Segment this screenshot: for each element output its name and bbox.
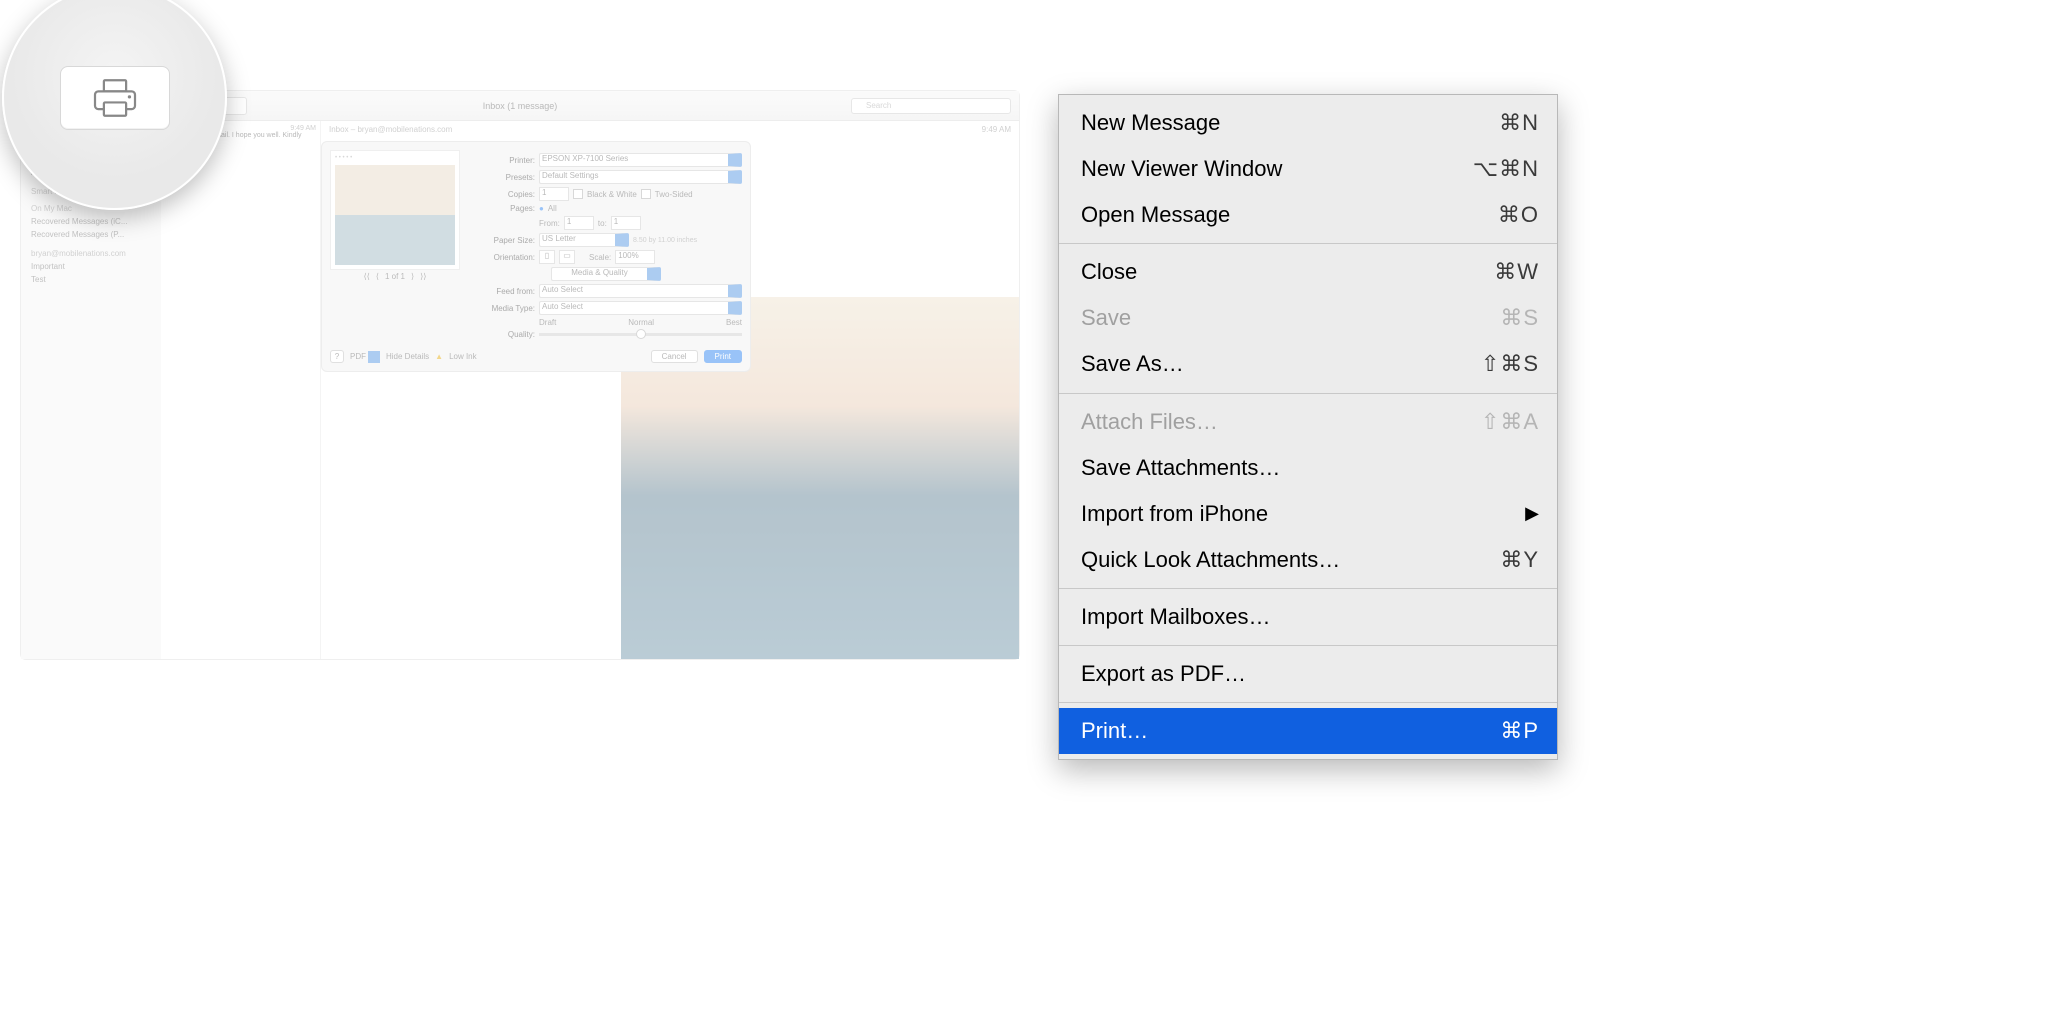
printer-label: Printer: [470, 156, 535, 165]
menu-import-from-iphone[interactable]: Import from iPhone▶ [1059, 491, 1557, 537]
pager-prev-one[interactable]: ⟨ [376, 272, 379, 281]
mediatype-label: Media Type: [470, 304, 535, 313]
presets-select[interactable]: Default Settings [539, 170, 742, 184]
pages-from-label: From: [539, 219, 560, 228]
window-title: Inbox (1 message) [483, 101, 558, 111]
bw-label: Black & White [587, 190, 637, 199]
print-preview: • • • • • [330, 150, 460, 270]
quality-slider[interactable] [539, 333, 742, 336]
sidebar-account: bryan@mobilenations.com [27, 247, 155, 260]
orientation-landscape[interactable]: ▭ [559, 250, 575, 264]
menu-separator [1059, 393, 1557, 394]
file-menu: New Message⌘N New Viewer Window⌥⌘N Open … [1058, 94, 1558, 760]
sidebar-item[interactable]: Test [27, 273, 155, 286]
menu-attach-files: Attach Files…⇧⌘A [1059, 399, 1557, 445]
pages-all-radio[interactable]: All [548, 204, 557, 213]
mediatype-select[interactable]: Auto Select [539, 301, 742, 315]
menu-separator [1059, 702, 1557, 703]
print-toolbar-button[interactable] [60, 66, 170, 130]
message-list: email9:49 AM very important email. I hop… [161, 121, 321, 659]
menu-open-message[interactable]: Open Message⌘O [1059, 192, 1557, 238]
scale-input[interactable]: 100% [615, 250, 655, 264]
printer-select[interactable]: EPSON XP-7100 Series [539, 153, 742, 167]
search-placeholder: Search [866, 101, 891, 110]
pdf-label: PDF [350, 352, 366, 361]
scale-label: Scale: [589, 253, 611, 262]
quality-normal: Normal [560, 318, 722, 327]
quality-draft: Draft [539, 318, 556, 327]
sidebar-item[interactable]: Important [27, 260, 155, 273]
print-button[interactable]: Print [704, 350, 742, 363]
menu-import-mailboxes[interactable]: Import Mailboxes… [1059, 594, 1557, 640]
quality-best: Best [726, 318, 742, 327]
pager-next-one[interactable]: ⟩ [411, 272, 414, 281]
papersize-label: Paper Size: [470, 236, 535, 245]
menu-export-as-pdf[interactable]: Export as PDF… [1059, 651, 1557, 697]
feedfrom-label: Feed from: [470, 287, 535, 296]
papersize-dim: 8.50 by 11.00 inches [633, 237, 697, 244]
menu-separator [1059, 243, 1557, 244]
low-ink-label: Low Ink [449, 352, 477, 361]
copies-input[interactable]: 1 [539, 187, 569, 201]
pages-to-input[interactable]: 1 [611, 216, 641, 230]
pager-prev[interactable]: ⟨⟨ [364, 272, 370, 281]
orientation-label: Orientation: [470, 253, 535, 262]
print-pager: ⟨⟨ ⟨ 1 of 1 ⟩ ⟩⟩ [330, 272, 460, 281]
copies-label: Copies: [470, 190, 535, 199]
sidebar-item[interactable]: Recovered Messages (iC... [27, 215, 155, 228]
pages-label: Pages: [470, 204, 535, 213]
papersize-select[interactable]: US Letter [539, 233, 629, 247]
menu-quick-look-attachments[interactable]: Quick Look Attachments…⌘Y [1059, 537, 1557, 583]
quality-label: Quality: [470, 330, 535, 339]
orientation-portrait[interactable]: ▯ [539, 250, 555, 264]
feedfrom-select[interactable]: Auto Select [539, 284, 742, 298]
pages-from-input[interactable]: 1 [564, 216, 594, 230]
pager-next[interactable]: ⟩⟩ [420, 272, 426, 281]
menu-print[interactable]: Print…⌘P [1059, 708, 1557, 754]
pdf-dropdown[interactable] [368, 351, 380, 363]
help-button[interactable]: ? [330, 350, 344, 363]
pager-label: 1 of 1 [385, 272, 405, 281]
menu-separator [1059, 645, 1557, 646]
menu-save-attachments[interactable]: Save Attachments… [1059, 445, 1557, 491]
print-section-select[interactable]: Media & Quality [551, 267, 661, 281]
message-header: Inbox – bryan@mobilenations.com 9:49 AM [321, 121, 1019, 138]
presets-label: Presets: [470, 173, 535, 182]
twosided-checkbox[interactable] [641, 189, 651, 199]
menu-close[interactable]: Close⌘W [1059, 249, 1557, 295]
print-dialog: • • • • • ⟨⟨ ⟨ 1 of 1 ⟩ ⟩⟩ Printer: EPSON… [321, 141, 751, 372]
cancel-button[interactable]: Cancel [651, 350, 698, 363]
print-preview-image [335, 165, 455, 265]
search-input[interactable]: Search [851, 98, 1011, 114]
menu-save: Save⌘S [1059, 295, 1557, 341]
submenu-arrow-icon: ▶ [1525, 500, 1539, 528]
menu-new-viewer-window[interactable]: New Viewer Window⌥⌘N [1059, 146, 1557, 192]
printer-icon [85, 78, 145, 118]
twosided-label: Two-Sided [655, 190, 693, 199]
menu-new-message[interactable]: New Message⌘N [1059, 100, 1557, 146]
pages-to-label: to: [598, 219, 607, 228]
menu-save-as[interactable]: Save As…⇧⌘S [1059, 341, 1557, 387]
bw-checkbox[interactable] [573, 189, 583, 199]
hide-details-button[interactable]: Hide Details [386, 352, 429, 361]
menu-separator [1059, 588, 1557, 589]
sidebar-item[interactable]: Recovered Messages (P... [27, 228, 155, 241]
